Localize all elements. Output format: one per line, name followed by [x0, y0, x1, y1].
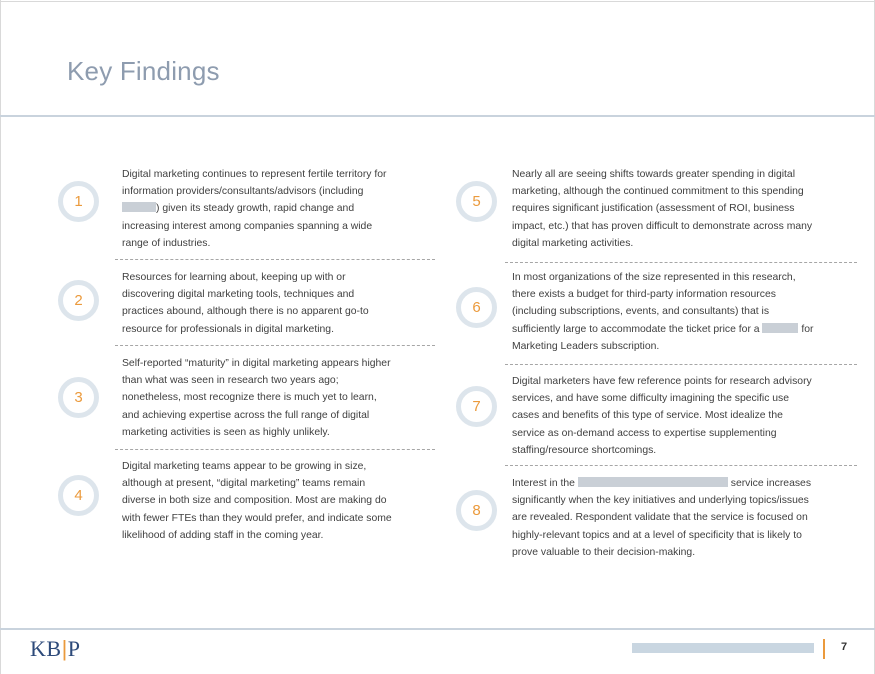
divider	[115, 449, 435, 450]
logo-left: KB	[30, 636, 62, 661]
footer-separator	[823, 639, 825, 659]
kbp-logo: KB|P	[30, 636, 81, 662]
finding-text-6: In most organizations of the size repres…	[512, 269, 862, 355]
divider	[115, 259, 435, 260]
footer-redaction	[632, 643, 814, 653]
finding-number-1: 1	[58, 181, 99, 222]
finding-text-5: Nearly all are seeing shifts towards gre…	[512, 169, 813, 249]
divider	[505, 465, 857, 466]
finding-text-4: Digital marketing teams appear to be gro…	[122, 461, 392, 541]
finding-text-1-part2: ) given its steady growth, rapid change …	[122, 203, 373, 249]
finding-text-8-part2: service increases significantly when the…	[512, 478, 812, 558]
finding-text-6-part1: In most organizations of the size repres…	[512, 272, 796, 335]
divider	[115, 345, 435, 346]
finding-text-3: Self-reported “maturity” in digital mark…	[122, 358, 391, 438]
finding-number-3: 3	[58, 377, 99, 418]
redaction	[122, 202, 156, 213]
divider	[505, 364, 857, 365]
page-title: Key Findings	[67, 56, 220, 86]
finding-number-6: 6	[456, 287, 497, 328]
page-number: 7	[841, 641, 848, 653]
redaction	[762, 322, 799, 333]
finding-text-1-part1: Digital marketing continues to represent…	[122, 169, 387, 198]
finding-text-8: Interest in the service increases signif…	[512, 475, 862, 561]
finding-number-7: 7	[456, 386, 497, 427]
finding-text-8-part1: Interest in the	[512, 478, 578, 489]
slide: Key Findings 1 Digital marketing continu…	[0, 0, 875, 674]
finding-number-2: 2	[58, 280, 99, 321]
finding-number-8: 8	[456, 490, 497, 531]
logo-right: P	[67, 636, 81, 661]
redaction	[577, 477, 728, 487]
top-rule	[0, 1, 875, 2]
frame-left	[0, 0, 1, 674]
finding-text-2: Resources for learning about, keeping up…	[122, 272, 369, 335]
finding-number-5: 5	[456, 181, 497, 222]
finding-number-4: 4	[58, 475, 99, 516]
divider	[505, 262, 857, 263]
footer-rule	[0, 628, 875, 630]
finding-text-1: Digital marketing continues to represent…	[122, 166, 442, 252]
finding-text-7: Digital marketers have few reference poi…	[512, 376, 812, 456]
title-rule	[0, 115, 875, 117]
